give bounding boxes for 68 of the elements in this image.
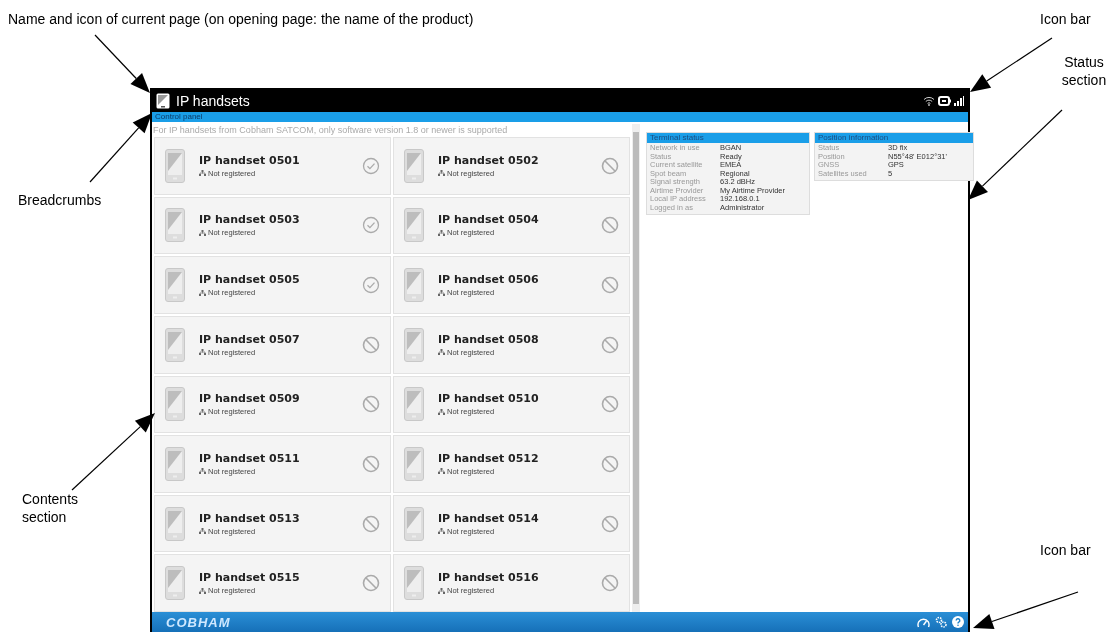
network-icon xyxy=(199,170,206,177)
network-icon xyxy=(438,587,445,594)
handset-icon xyxy=(165,446,185,481)
handset-name: IP handset 0509 xyxy=(199,392,301,406)
network-icon xyxy=(199,587,206,594)
panel-heading: Position information xyxy=(815,133,973,143)
network-icon xyxy=(438,468,445,475)
handset-icon xyxy=(165,506,185,541)
network-icon xyxy=(438,289,445,296)
handset-name: IP handset 0504 xyxy=(438,213,540,227)
network-icon xyxy=(438,528,445,535)
network-icon xyxy=(438,408,445,415)
network-icon xyxy=(199,229,206,236)
handset-name: IP handset 0505 xyxy=(199,273,301,287)
callout-label: Icon bar xyxy=(1040,11,1091,29)
handset-name: IP handset 0503 xyxy=(199,213,301,227)
breadcrumb-link[interactable]: Control panel xyxy=(155,112,203,122)
handset-icon xyxy=(404,268,424,303)
callout-label: Icon bar xyxy=(1040,542,1091,560)
handset-name: IP handset 0502 xyxy=(438,153,540,167)
handset-name: IP handset 0514 xyxy=(438,511,540,525)
network-icon xyxy=(199,289,206,296)
handset-icon xyxy=(404,208,424,243)
battery-icon[interactable] xyxy=(938,96,951,106)
handset-icon xyxy=(404,148,424,183)
help-icon[interactable] xyxy=(952,616,964,628)
network-icon xyxy=(199,468,206,475)
network-icon xyxy=(438,229,445,236)
handset-name: IP handset 0512 xyxy=(438,451,540,465)
notice-text: For IP handsets from Cobham SATCOM, only software version 1.8 or newer is supported xyxy=(152,124,509,137)
wifi-icon[interactable] xyxy=(923,96,935,106)
handset-name: IP handset 0511 xyxy=(199,451,301,465)
network-icon xyxy=(199,528,206,535)
network-icon xyxy=(438,349,445,356)
scrollbar[interactable] xyxy=(632,124,640,612)
callout-label: Name and icon of current page (on opening page: the name of the product) xyxy=(8,11,474,29)
handset-icon xyxy=(165,327,185,362)
handset-icon xyxy=(165,566,185,601)
network-icon xyxy=(199,408,206,415)
callout-label: Contents section xyxy=(22,491,80,526)
gauge-icon[interactable] xyxy=(917,616,930,628)
handset-name: IP handset 0513 xyxy=(199,511,301,525)
panel-heading: Terminal status xyxy=(647,133,809,143)
handset-name: IP handset 0506 xyxy=(438,273,540,287)
handset-name: IP handset 0507 xyxy=(199,332,301,346)
handset-icon xyxy=(404,327,424,362)
handset-icon xyxy=(165,387,185,422)
handset-icon xyxy=(404,387,424,422)
page-title: IP handsets xyxy=(176,93,250,109)
signal-icon[interactable] xyxy=(954,96,964,106)
handset-icon xyxy=(165,268,185,303)
callout-label: Status section xyxy=(1060,54,1108,89)
handset-name: IP handset 0510 xyxy=(438,392,540,406)
network-icon xyxy=(199,349,206,356)
brand-logo: COBHAM xyxy=(166,614,231,630)
handset-name: IP handset 0515 xyxy=(199,571,301,585)
handset-name: IP handset 0516 xyxy=(438,571,540,585)
handset-icon xyxy=(404,506,424,541)
handset-icon xyxy=(404,446,424,481)
callout-label: Breadcrumbs xyxy=(18,192,102,210)
handset-name: IP handset 0501 xyxy=(199,153,301,167)
handset-name: IP handset 0508 xyxy=(438,332,540,346)
network-icon xyxy=(438,170,445,177)
handset-icon xyxy=(156,93,170,109)
handset-icon xyxy=(404,566,424,601)
handset-icon xyxy=(165,148,185,183)
gears-icon[interactable] xyxy=(935,616,947,628)
handset-icon xyxy=(165,208,185,243)
